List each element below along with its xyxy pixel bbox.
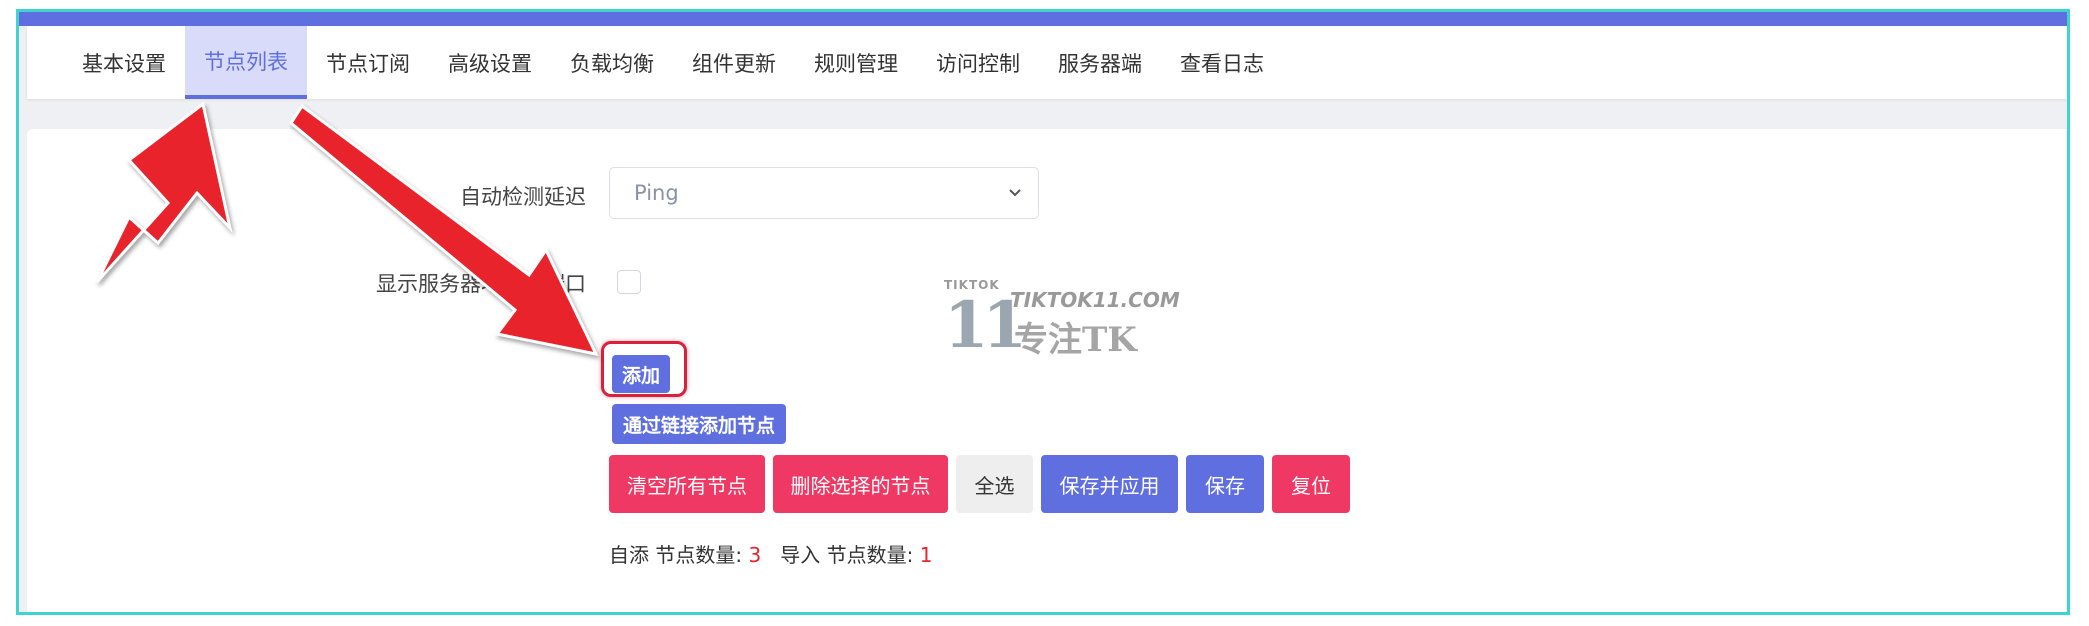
watermark-tagline: 专注TK: [1014, 320, 1137, 360]
tab-component-update[interactable]: 组件更新: [673, 26, 795, 99]
tab-server-side[interactable]: 服务器端: [1039, 26, 1161, 99]
delete-selected-nodes-button[interactable]: 删除选择的节点: [773, 455, 948, 513]
watermark-logo: TIKTOK 11 TIKTOK11.COM 专注TK: [944, 278, 1180, 363]
self-added-count-value: 3: [748, 543, 762, 567]
top-accent-bar: [19, 12, 2067, 26]
node-counts: 自添 节点数量: 3 导入 节点数量: 1: [609, 539, 932, 568]
chevron-down-icon: [1009, 189, 1021, 197]
watermark-site: TIKTOK11.COM: [1010, 288, 1180, 312]
save-and-apply-button[interactable]: 保存并应用: [1041, 455, 1178, 513]
tab-advanced-settings[interactable]: 高级设置: [429, 26, 551, 99]
node-list-panel: 自动检测延迟 Ping 显示服务器地址和端口 添加 通过链接添加节点 清空所有节…: [27, 129, 2067, 612]
imported-count-value: 1: [919, 543, 933, 567]
save-button[interactable]: 保存: [1186, 455, 1264, 513]
self-added-count-label: 自添 节点数量:: [609, 543, 743, 567]
show-server-address-checkbox[interactable]: [617, 270, 641, 294]
tab-node-subscription[interactable]: 节点订阅: [307, 26, 429, 99]
tab-view-logs[interactable]: 查看日志: [1161, 26, 1283, 99]
show-server-address-label: 显示服务器地址和端口: [376, 272, 586, 296]
tab-access-control[interactable]: 访问控制: [917, 26, 1039, 99]
add-via-link-button[interactable]: 通过链接添加节点: [612, 404, 786, 444]
select-all-button[interactable]: 全选: [956, 455, 1033, 513]
imported-count-label: 导入 节点数量:: [780, 543, 914, 567]
auto-detect-latency-select[interactable]: Ping: [609, 167, 1039, 219]
auto-detect-latency-value: Ping: [634, 181, 679, 205]
tab-bar: 基本设置 节点列表 节点订阅 高级设置 负载均衡 组件更新 规则管理 访问控制 …: [27, 26, 2067, 99]
add-button[interactable]: 添加: [612, 355, 670, 393]
tab-node-list[interactable]: 节点列表: [185, 26, 307, 99]
tab-rule-management[interactable]: 规则管理: [795, 26, 917, 99]
tab-load-balancing[interactable]: 负载均衡: [551, 26, 673, 99]
tab-basic-settings[interactable]: 基本设置: [63, 26, 185, 99]
auto-detect-latency-label: 自动检测延迟: [460, 185, 586, 209]
clear-all-nodes-button[interactable]: 清空所有节点: [609, 455, 765, 513]
reset-button[interactable]: 复位: [1272, 455, 1350, 513]
